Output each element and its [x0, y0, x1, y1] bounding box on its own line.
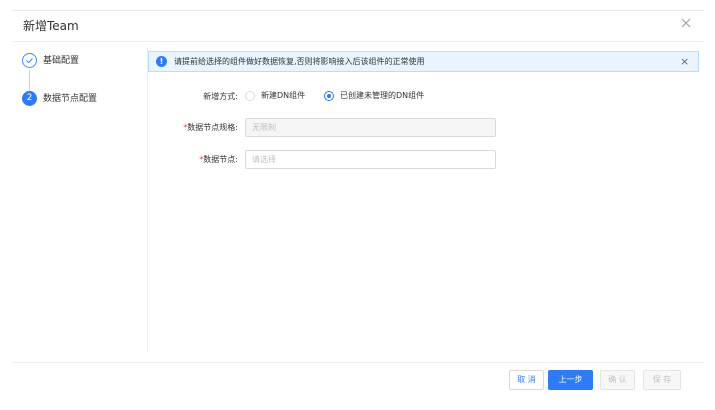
- data-node-label: *数据节点:: [199, 154, 238, 166]
- add-mode-label: 新增方式:: [203, 92, 238, 101]
- info-icon: !: [156, 56, 167, 67]
- radio-label-new-dn: 新建DN组件: [261, 91, 306, 100]
- step-connector-line: [29, 70, 30, 91]
- close-dialog-icon[interactable]: [678, 15, 694, 31]
- alert-close-icon[interactable]: ×: [680, 55, 689, 68]
- dialog-title: 新增Team: [23, 19, 79, 33]
- step-number-badge: 2: [22, 91, 37, 106]
- save-button[interactable]: 保 存: [643, 370, 681, 390]
- add-mode-row: 新增方式: 新建DN组件 已创建未管理的DN组件: [148, 87, 708, 107]
- header-divider: [12, 41, 704, 42]
- confirm-button[interactable]: 确 认: [600, 370, 635, 390]
- node-spec-label: *数据节点规格:: [183, 122, 238, 134]
- dialog-header: 新增Team: [0, 11, 715, 41]
- data-node-label-text: 数据节点:: [203, 155, 238, 164]
- radio-unchecked-icon: [245, 91, 255, 101]
- new-team-dialog: 新增Team 基础配置 2 数据节点配置 ! 请提前给选择的组件做好数据恢复,否…: [0, 0, 715, 410]
- check-icon: [22, 53, 37, 68]
- step-data-node-config[interactable]: 2 数据节点配置: [22, 91, 142, 107]
- node-spec-label-text: 数据节点规格:: [187, 123, 238, 132]
- step-label-basic-config: 基础配置: [43, 56, 80, 66]
- data-node-row: *数据节点: 请选择: [148, 150, 708, 170]
- step-basic-config[interactable]: 基础配置: [22, 53, 142, 69]
- radio-label-existing-dn: 已创建未管理的DN组件: [340, 91, 425, 100]
- data-node-select[interactable]: 请选择: [245, 150, 496, 169]
- alert-message: 请提前给选择的组件做好数据恢复,否则将影响接入后该组件的正常使用: [174, 57, 425, 66]
- node-spec-input: 无限制: [245, 118, 496, 137]
- node-spec-row: *数据节点规格: 无限制: [148, 118, 708, 138]
- step-label-data-node-config: 数据节点配置: [43, 94, 98, 104]
- warning-alert: ! 请提前给选择的组件做好数据恢复,否则将影响接入后该组件的正常使用 ×: [148, 51, 699, 72]
- cancel-button[interactable]: 取 消: [509, 370, 544, 390]
- footer-divider: [12, 362, 704, 363]
- radio-checked-icon: [324, 91, 334, 101]
- previous-step-button[interactable]: 上一步: [548, 370, 593, 390]
